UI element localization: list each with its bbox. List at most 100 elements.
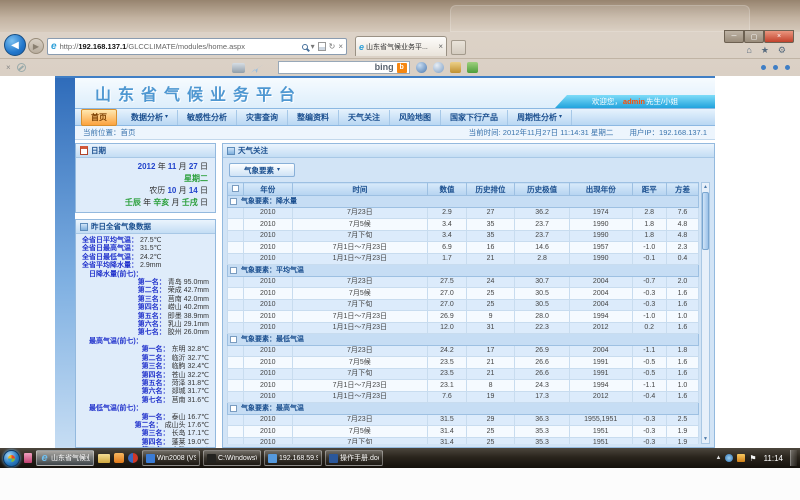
taskbar-window-2[interactable]: Win2008 (VS2... (142, 450, 200, 466)
scroll-down-icon[interactable]: ▼ (703, 436, 708, 442)
table-row[interactable]: 20107月5候27.02530.52004-0.31.6 (228, 288, 699, 300)
group-checkbox[interactable] (230, 405, 237, 412)
nav-item-1[interactable]: 首页 (81, 109, 117, 126)
search-icon[interactable] (302, 44, 308, 50)
scrollbar-thumb[interactable] (702, 192, 709, 250)
table-group-row[interactable]: 气象要素：降水量 (228, 196, 699, 208)
table-row[interactable]: 20107月5候23.52126.61991-0.51.6 (228, 357, 699, 369)
toolbar-overflow-icons[interactable] (761, 65, 794, 70)
pinned-icon-1[interactable] (24, 453, 32, 463)
pinned-icon-3[interactable] (128, 453, 138, 463)
table-row[interactable]: 20107月23日2.92736.219742.87.6 (228, 207, 699, 219)
nav-item-2[interactable]: 数据分析▾ (122, 110, 178, 125)
nav-item-8[interactable]: 国家下行产品 (441, 110, 508, 125)
forward-button[interactable]: ▶ (28, 38, 44, 54)
column-header[interactable]: 时间 (292, 183, 428, 196)
rank-label: 第三名： (142, 430, 170, 437)
table-row[interactable]: 20107月5候3.43523.719901.84.8 (228, 219, 699, 231)
select-all-checkbox[interactable] (232, 185, 239, 192)
camera-icon[interactable] (232, 63, 245, 73)
nav-item-6[interactable]: 天气关注 (339, 110, 390, 125)
close-button[interactable]: × (764, 30, 794, 43)
favorites-icon[interactable]: ★ (761, 45, 769, 55)
table-group-row[interactable]: 气象要素：最低气温 (228, 334, 699, 346)
taskbar-window-4[interactable]: 192.168.59.99... (264, 450, 322, 466)
back-button[interactable]: ◀ (4, 34, 26, 56)
nav-item-5[interactable]: 整编资料 (288, 110, 339, 125)
table-row[interactable]: 20107月下旬27.02530.52004-0.31.6 (228, 299, 699, 311)
toolbar-icon-4[interactable] (467, 62, 478, 73)
nav-item-3[interactable]: 敏感性分析 (178, 110, 237, 125)
search-dropdown-icon[interactable]: ▾ (311, 43, 315, 51)
nav-item-7[interactable]: 风险地图 (390, 110, 441, 125)
stop-icon[interactable]: × (338, 43, 343, 51)
address-bar[interactable]: e http://192.168.137.1/GLCCLIMATE/module… (47, 38, 347, 55)
table-row[interactable]: 20107月5候31.42535.31951-0.31.9 (228, 426, 699, 438)
minimize-button[interactable]: ─ (724, 30, 744, 43)
start-button[interactable] (3, 450, 20, 467)
tools-icon[interactable]: ⚙ (778, 45, 786, 55)
toolbar-close-icon[interactable]: × (6, 63, 11, 72)
group-checkbox[interactable] (230, 198, 237, 205)
toolbar-icon-1[interactable] (416, 62, 427, 73)
table-group-row[interactable]: 气象要素：平均气温 (228, 265, 699, 277)
rank-value: 泰山 16.7℃ (172, 414, 209, 421)
table-row[interactable]: 20107月23日31.52936.31955,1951-0.32.5 (228, 414, 699, 426)
taskbar-window-1[interactable]: e山东省气候业... (36, 450, 94, 466)
table-row[interactable]: 20107月1日～7月23日26.9928.01994-1.01.0 (228, 311, 699, 323)
send-icon[interactable] (251, 62, 264, 73)
pinned-icon-2[interactable] (114, 453, 124, 463)
maximize-button[interactable]: ▢ (744, 30, 764, 43)
taskbar-window-5[interactable]: 操作手册.docx ... (325, 450, 383, 466)
refresh-icon[interactable]: ↻ (329, 43, 336, 51)
toolbar-icon-3[interactable] (450, 62, 461, 73)
new-tab-button[interactable] (451, 40, 466, 55)
table-group-row[interactable]: 气象要素：最高气温 (228, 403, 699, 415)
stat-value: 31.5℃ (140, 245, 162, 252)
explorer-icon[interactable] (98, 454, 110, 463)
show-desktop-button[interactable] (790, 450, 797, 466)
compatibility-view-icon[interactable] (318, 42, 326, 51)
table-row[interactable]: 20107月下旬23.52126.61991-0.51.6 (228, 368, 699, 380)
column-header[interactable]: 历史排位 (466, 183, 515, 196)
table-row[interactable]: 20107月1日～7月23日6.91614.61957-1.02.3 (228, 242, 699, 254)
column-header[interactable]: 历史极值 (515, 183, 570, 196)
column-header[interactable]: 数值 (428, 183, 467, 196)
table-row[interactable]: 20101月1日～7月23日7.61917.32012-0.41.6 (228, 391, 699, 403)
tray-expand-icon[interactable]: ▲ (715, 454, 721, 462)
vertical-scrollbar[interactable]: ▲ ▼ (701, 182, 710, 444)
table-row[interactable]: 20101月1日～7月23日12.03122.320120.21.6 (228, 322, 699, 334)
toolbar-icon-2[interactable] (433, 62, 444, 73)
tray-app-icon[interactable] (725, 454, 733, 462)
taskbar-active-window: e山东省气候业... (36, 450, 94, 466)
column-header[interactable]: 年份 (244, 183, 293, 196)
group-checkbox[interactable] (230, 336, 237, 343)
filter-button-label: 气象要素 (244, 165, 274, 176)
tab-close-icon[interactable]: × (438, 42, 443, 51)
chevron-down-icon: ▾ (165, 114, 168, 120)
nav-item-9[interactable]: 周期性分析▾ (508, 110, 572, 125)
table-row[interactable]: 20107月下旬3.43523.719901.84.8 (228, 230, 699, 242)
url-text[interactable]: http://192.168.137.1/GLCCLIMATE/modules/… (60, 42, 299, 51)
bing-icon[interactable]: b (397, 63, 407, 73)
table-row[interactable]: 20107月1日～7月23日23.1824.31994-1.11.0 (228, 380, 699, 392)
group-checkbox[interactable] (230, 267, 237, 274)
column-header[interactable]: 距平 (632, 183, 666, 196)
table-row[interactable]: 20107月下旬31.42535.31951-0.31.9 (228, 437, 699, 444)
table-cell: 35.3 (515, 426, 570, 438)
column-header[interactable]: 出现年份 (569, 183, 632, 196)
browser-tab[interactable]: e 山东省气候业务平... × (355, 36, 447, 56)
home-icon[interactable]: ⌂ (746, 45, 751, 55)
scroll-up-icon[interactable]: ▲ (703, 184, 708, 190)
bing-search-box[interactable]: bing b (278, 61, 410, 74)
element-filter-button[interactable]: 气象要素 ▾ (229, 163, 295, 177)
table-row[interactable]: 20107月23日27.52430.72004-0.72.0 (228, 276, 699, 288)
table-row[interactable]: 20101月1日～7月23日1.7212.81990-0.10.4 (228, 253, 699, 265)
action-center-flag-icon[interactable]: ⚑ (749, 454, 756, 463)
nav-item-4[interactable]: 灾害查询 (237, 110, 288, 125)
security-icon[interactable] (737, 454, 745, 462)
row-checkbox-cell (228, 414, 244, 426)
taskbar-window-3[interactable]: C:\Windows\s... (203, 450, 261, 466)
column-header[interactable]: 方差 (666, 183, 698, 196)
table-row[interactable]: 20107月23日24.21726.92004-1.11.8 (228, 345, 699, 357)
